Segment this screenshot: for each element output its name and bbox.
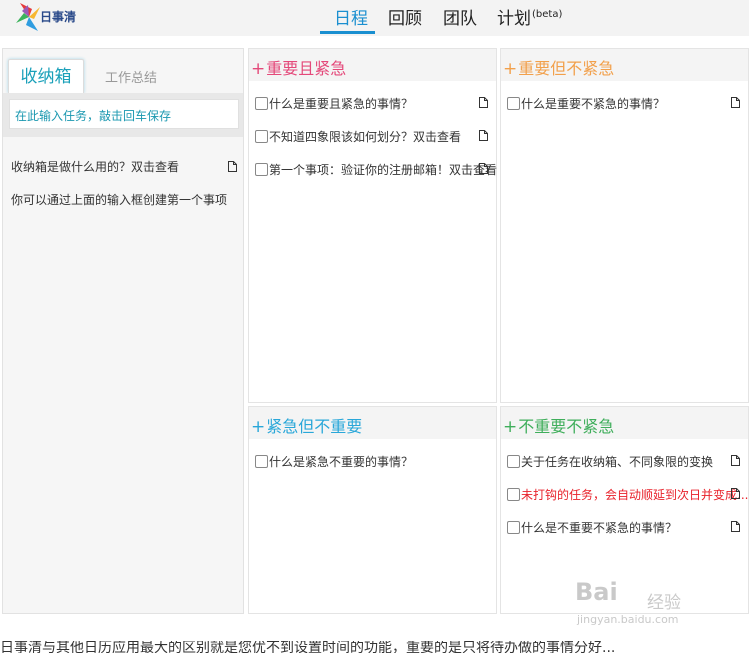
nav-tab-review[interactable]: 回顾 [388,4,422,29]
quadrant-urgent-not-important: +紧急但不重要 什么是紧急不重要的事情？ [248,406,497,614]
quadrant-header: +不重要不紧急 [501,407,748,439]
task-text: 什么是不重要不紧急的事情？ [521,521,678,535]
document-icon[interactable] [731,521,740,532]
task-text: 未打钩的任务，会自动顺延到次日并变成... [521,488,749,502]
task-checkbox[interactable] [255,455,268,468]
task-text: 关于任务在收纳箱、不同象限的变换 [521,455,714,469]
quadrant-title: 紧急但不重要 [266,417,363,436]
quadrant-title: 重要且紧急 [266,59,347,78]
task-row[interactable]: 关于任务在收纳箱、不同象限的变换 [501,453,748,486]
task-text: 什么是紧急不重要的事情？ [269,455,414,469]
watermark-logo: Bai [575,578,618,606]
inbox-panel: 收纳箱 工作总结 在此输入任务，敲击回车保存 收纳箱是做什么用的？双击查看 你可… [2,48,244,614]
app-logo[interactable]: 日事清 [14,1,84,33]
add-task-icon[interactable]: + [251,59,265,79]
list-item-text: 收纳箱是做什么用的？双击查看 [11,160,180,174]
document-icon[interactable] [731,488,740,499]
task-list: 什么是重要不紧急的事情？ [501,81,748,128]
active-tab-indicator [320,31,375,34]
quadrant-title: 重要但不紧急 [518,59,615,78]
task-checkbox[interactable] [255,163,268,176]
task-checkbox[interactable] [255,97,268,110]
task-checkbox[interactable] [507,455,520,468]
top-navbar: 日事清 日程 回顾 团队 计划(beta) [0,0,749,36]
task-row[interactable]: 第一个事项：验证你的注册邮箱！双击查看 [249,161,498,194]
logo-text: 日事清 [40,10,77,24]
quadrant-header: +重要但不紧急 [501,49,748,81]
quadrant-important-not-urgent: +重要但不紧急 什么是重要不紧急的事情？ [500,48,749,403]
task-list: 关于任务在收纳箱、不同象限的变换 未打钩的任务，会自动顺延到次日并变成... 什… [501,439,748,552]
list-item[interactable]: 你可以通过上面的输入框创建第一个事项 [3,192,243,225]
task-row[interactable]: 什么是重要且紧急的事情？ [249,95,496,128]
inbox-list: 收纳箱是做什么用的？双击查看 你可以通过上面的输入框创建第一个事项 [3,159,243,225]
task-row[interactable]: 什么是紧急不重要的事情？ [249,453,496,486]
task-checkbox[interactable] [507,488,520,501]
task-row[interactable]: 未打钩的任务，会自动顺延到次日并变成... [501,486,748,519]
document-icon[interactable] [731,97,740,108]
tab-work-summary[interactable]: 工作总结 [105,67,157,86]
watermark-text: 经验 [647,593,681,613]
add-task-icon[interactable]: + [503,59,517,79]
list-item[interactable]: 收纳箱是做什么用的？双击查看 [3,159,243,192]
quadrant-header: +重要且紧急 [249,49,496,81]
quadrant-title: 不重要不紧急 [518,417,615,436]
task-text: 什么是重要不紧急的事情？ [521,97,666,111]
task-text: 不知道四象限该如何划分？双击查看 [269,130,462,144]
task-checkbox[interactable] [507,521,520,534]
beta-badge: (beta) [532,9,563,21]
list-item-text: 你可以通过上面的输入框创建第一个事项 [11,193,228,207]
add-task-icon[interactable]: + [503,417,517,437]
add-task-icon[interactable]: + [251,417,265,437]
nav-tab-plan[interactable]: 计划(beta) [497,4,562,29]
task-list: 什么是紧急不重要的事情？ [249,439,496,486]
nav-tab-team[interactable]: 团队 [443,4,477,29]
task-list: 什么是重要且紧急的事情？ 不知道四象限该如何划分？双击查看 第一个事项：验证你的… [249,81,498,194]
document-icon[interactable] [479,97,488,108]
inbox-tabs: 收纳箱 工作总结 [3,49,243,93]
inbox-input-area: 在此输入任务，敲击回车保存 [3,93,243,137]
task-text: 什么是重要且紧急的事情？ [269,97,414,111]
nav-tab-plan-label: 计划 [497,9,531,29]
task-row[interactable]: 什么是不重要不紧急的事情？ [501,519,748,552]
quadrant-header: +紧急但不重要 [249,407,496,439]
document-icon[interactable] [731,455,740,466]
task-row[interactable]: 不知道四象限该如何划分？双击查看 [249,128,496,161]
quadrant-important-urgent: +重要且紧急 什么是重要且紧急的事情？ 不知道四象限该如何划分？双击查看 第一个… [248,48,497,403]
document-icon[interactable] [479,163,488,174]
task-checkbox[interactable] [507,97,520,110]
nav-tab-schedule[interactable]: 日程 [334,4,368,29]
task-checkbox[interactable] [255,130,268,143]
inbox-task-input[interactable]: 在此输入任务，敲击回车保存 [9,99,239,129]
document-icon[interactable] [479,130,488,141]
task-text: 第一个事项：验证你的注册邮箱！双击查看 [269,163,498,177]
document-icon[interactable] [228,161,237,172]
watermark-url: jingyan.baidu.com [577,613,679,626]
tab-inbox[interactable]: 收纳箱 [8,59,84,93]
baidu-jingyan-watermark: Bai 经验 jingyan.baidu.com [575,572,725,632]
task-row[interactable]: 什么是重要不紧急的事情？ [501,95,748,128]
article-caption: 日事清与其他日历应用最大的区别就是您优不到设置时间的功能，重要的是只将待办做的事… [0,641,616,653]
